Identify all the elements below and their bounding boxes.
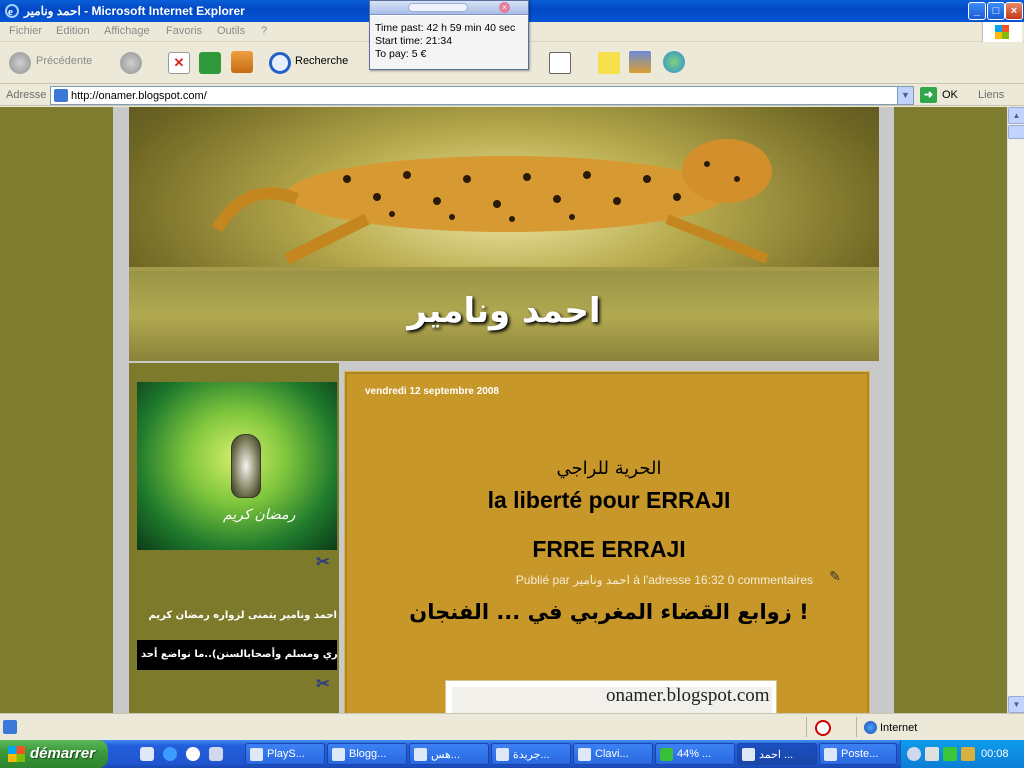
back-button[interactable]: Précédente [36, 55, 92, 67]
start-label: démarrer [30, 745, 96, 762]
timer-titlebar[interactable]: × [370, 1, 528, 15]
ie-quicklaunch-icon[interactable] [163, 747, 177, 761]
menu-favoris[interactable]: Favoris [166, 25, 202, 37]
edit-tools-icon[interactable]: ✂ [313, 675, 333, 695]
clock[interactable]: 00:08 [981, 748, 1009, 760]
network-icon[interactable] [925, 747, 939, 761]
post-meta[interactable]: Publié par احمد ونامير à l'adresse 16:32… [347, 573, 813, 587]
research-icon[interactable] [629, 51, 651, 73]
menu-affichage[interactable]: Affichage [104, 25, 150, 37]
post-headline: زوابع القضاء المغربي في ... الفنجان ! [409, 600, 809, 624]
cheetah-image [211, 139, 772, 265]
show-desktop-icon[interactable] [140, 747, 154, 761]
hourglass-icon[interactable] [961, 747, 975, 761]
address-label: Adresse [6, 89, 47, 101]
taskbar-item[interactable]: PlayS... [245, 743, 325, 765]
svg-text:e: e [8, 6, 13, 18]
windows-flag-icon [8, 746, 25, 762]
status-separator [806, 717, 807, 737]
post-date: vendredi 12 septembre 2008 [365, 386, 499, 397]
lantern-image [231, 434, 261, 498]
taskbar: démarrer PlayS... Blogg... هس... جريدة..… [0, 740, 1024, 768]
note-icon[interactable] [598, 52, 620, 74]
timer-widget[interactable]: × Time past: 42 h 59 min 40 sec Start ti… [369, 0, 529, 70]
timer-start-time: Start time: 21:34 [375, 35, 453, 47]
forward-icon[interactable] [120, 52, 142, 74]
page-viewport[interactable]: احمد ونامير رمضان كريم ✂ احمد ونامير يتم… [0, 107, 1007, 713]
menu-edition[interactable]: Edition [56, 25, 90, 37]
taskbar-item-active[interactable]: احمد ... [737, 743, 817, 765]
ie-icon: e [5, 4, 19, 18]
menu-fichier[interactable]: Fichier [9, 25, 42, 37]
window-title: احمد ونامير - Microsoft Internet Explore… [24, 4, 245, 18]
sidebar-ticker: رواه البخاري ومسلم وأصحابالسنن)..ما نواض… [137, 640, 337, 670]
messenger-icon[interactable] [663, 51, 685, 73]
close-icon[interactable]: × [499, 2, 510, 13]
media-player-icon[interactable] [186, 747, 200, 761]
start-button[interactable]: démarrer [0, 740, 108, 768]
scroll-down-icon[interactable]: ▼ [1008, 696, 1024, 713]
post-subtitle: FRRE ERRAJI [532, 536, 686, 562]
scroll-up-icon[interactable]: ▲ [1008, 107, 1024, 124]
pencil-icon[interactable]: ✎ [826, 568, 844, 586]
page-status-icon [3, 720, 17, 734]
post-image: onamer.blogspot.com [445, 680, 777, 713]
search-icon[interactable] [269, 52, 291, 74]
close-button[interactable]: × [1005, 2, 1023, 20]
search-button[interactable]: Recherche [295, 55, 348, 67]
page-icon [54, 89, 68, 102]
globe-icon [864, 721, 877, 734]
address-input[interactable]: http://onamer.blogspot.com/ ▼ [50, 86, 914, 105]
go-arrow-icon[interactable]: ➜ [920, 87, 937, 103]
taskbar-item[interactable]: هس... [409, 743, 489, 765]
sidebar-image-text: رمضان كريم [223, 506, 296, 522]
popup-blocker-icon[interactable] [815, 720, 831, 736]
chevron-right-icon[interactable] [209, 747, 223, 761]
taskbar-item[interactable]: Poste... [819, 743, 897, 765]
taskbar-item[interactable]: 44% ... [655, 743, 735, 765]
blog-post: vendredi 12 septembre 2008 الحرية للراجي… [345, 372, 869, 713]
post-image-text: onamer.blogspot.com [606, 685, 770, 706]
stop-icon[interactable]: ✕ [168, 52, 190, 74]
links-button[interactable]: Liens [978, 89, 1004, 101]
menu-help[interactable]: ? [261, 25, 267, 37]
timer-time-past: Time past: 42 h 59 min 40 sec [375, 22, 516, 34]
system-tray: 00:08 [900, 740, 1024, 768]
address-bar: Adresse http://onamer.blogspot.com/ ▼ ➜ … [0, 84, 1024, 106]
word-icon[interactable] [549, 52, 571, 74]
maximize-button[interactable]: □ [987, 2, 1005, 20]
home-icon[interactable] [231, 51, 253, 73]
blog-title[interactable]: احمد ونامير [129, 291, 879, 331]
ramadan-image: رمضان كريم [137, 382, 337, 550]
play-icon[interactable] [943, 747, 957, 761]
refresh-icon[interactable] [199, 52, 221, 74]
taskbar-item[interactable]: جريدة... [491, 743, 571, 765]
back-icon[interactable] [9, 52, 31, 74]
timer-to-pay: To pay: 5 € [375, 48, 427, 60]
status-bar: Internet [0, 713, 1024, 740]
drag-handle-icon[interactable] [408, 3, 468, 12]
go-button[interactable]: OK [942, 89, 958, 101]
menu-outils[interactable]: Outils [217, 25, 245, 37]
blog-header: احمد ونامير [129, 107, 879, 361]
scroll-thumb[interactable] [1008, 125, 1024, 139]
taskbar-item[interactable]: Blogg... [327, 743, 407, 765]
security-zone: Internet [880, 722, 918, 734]
chevron-down-icon[interactable]: ▼ [897, 87, 913, 104]
sidebar: رمضان كريم ✂ احمد ونامير يتمنى لزواره رم… [129, 363, 339, 713]
address-url[interactable]: http://onamer.blogspot.com/ [71, 90, 207, 102]
vertical-scrollbar[interactable]: ▲ ▼ [1007, 107, 1024, 713]
post-title: la liberté pour ERRAJI [487, 487, 731, 513]
sidebar-text: احمد ونامير يتمنى لزواره رمضان كريم [148, 610, 338, 621]
blog-page: احمد ونامير رمضان كريم ✂ احمد ونامير يتم… [113, 107, 894, 713]
edit-tools-icon[interactable]: ✂ [313, 553, 333, 573]
minimize-button[interactable]: _ [968, 2, 986, 20]
tray-arrow-icon[interactable] [907, 747, 921, 761]
status-separator [856, 717, 857, 737]
taskbar-item[interactable]: Clavi... [573, 743, 653, 765]
post-arabic-title: الحرية للراجي [556, 458, 662, 479]
windows-logo-icon [982, 22, 1022, 42]
